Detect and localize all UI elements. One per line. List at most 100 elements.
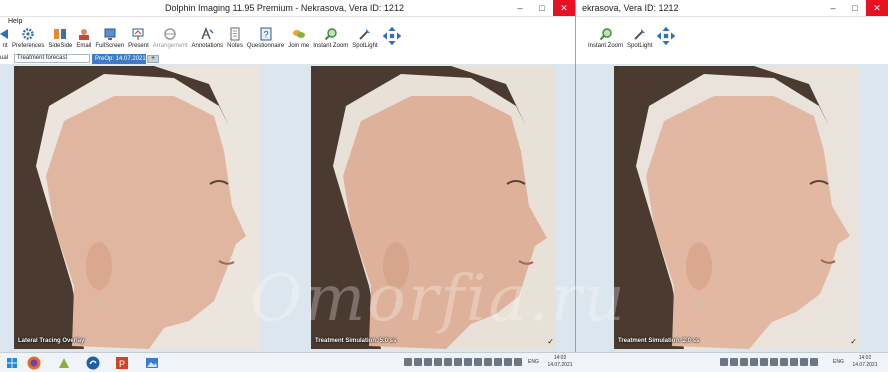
profile-photo-3 [614,66,859,349]
tray-icon[interactable] [750,358,758,366]
tray-icon[interactable] [454,358,462,366]
tab-left-label: ual [0,55,9,61]
tray-icon[interactable] [444,358,452,366]
check-icon: ✓ [547,337,554,346]
tray-icon[interactable] [720,358,728,366]
toolbar: nt Preferences SideSide Email FullScreen… [0,26,575,54]
photo-caption: Treatment Simulation: 2.0 ss [618,338,700,344]
toolbar-item-arrangement[interactable]: Arrangement [151,26,190,54]
tray-icon[interactable] [464,358,472,366]
menu-help[interactable]: Help [8,18,22,25]
tray-language[interactable]: ENG [528,359,539,366]
toolbar-item-sideside[interactable]: SideSide [46,26,74,54]
tray-icon[interactable] [730,358,738,366]
zoom-icon [599,28,612,41]
svg-text:?: ? [263,30,268,40]
check-icon: ✓ [850,337,857,346]
minimize-button[interactable]: – [509,0,531,16]
move-icon [657,26,676,46]
tray-icon[interactable] [760,358,768,366]
tray-icon[interactable] [404,358,412,366]
toolbar2-item-spotlight[interactable]: SpotLight [625,26,654,54]
add-tab-button[interactable]: + [147,55,159,63]
dolphin-icon[interactable] [85,355,101,371]
image-viewer-icon[interactable] [144,355,160,371]
tab-preop[interactable]: PreOp: 14.07.2021 [92,54,146,64]
toolbar-item-questionnaire[interactable]: ? Questionnaire [245,26,286,54]
magnifier-icon[interactable]: ⌕ [615,66,623,74]
svg-text:P: P [119,359,125,369]
clock-date: 14.07.2021 [547,362,573,368]
taskbar: P ENG 14:02 14.07.2021 ENG 14:02 14.07.2… [0,352,888,372]
magnifier-icon[interactable]: ⌕ [15,66,23,74]
tray-icon[interactable] [514,358,522,366]
questionnaire-icon: ? [260,27,272,41]
tray-clock-2[interactable]: 14:02 14.07.2021 [850,355,880,369]
present-icon [132,28,144,40]
window-title: Dolphin Imaging 11.95 Premium - Nekrasov… [165,3,404,13]
toolbar-item-preferences[interactable]: Preferences [10,26,46,54]
toolbar-item-notes[interactable]: Notes [225,26,245,54]
menu-bar: Help [0,17,575,26]
tray-icon[interactable] [770,358,778,366]
magnifier-icon[interactable]: ⌕ [312,66,320,74]
toolbar-item-fullscreen[interactable]: FullScreen [93,26,126,54]
toolbar2-item-move[interactable] [654,26,678,54]
toolbar-item-nt[interactable]: nt [0,26,10,54]
photo-caption: Lateral Tracing Overlay [18,338,85,344]
toolbar2-item-instant-zoom[interactable]: Instant Zoom [586,26,625,54]
window-controls: – □ ✕ [509,0,575,16]
zoom-icon [324,28,337,41]
close-button[interactable]: ✕ [553,0,575,16]
tray-language-2[interactable]: ENG [833,359,844,366]
tray-icons [404,358,522,366]
powerpoint-icon[interactable]: P [114,355,130,371]
window-controls-2: – □ ✕ [822,0,888,16]
tray-icon[interactable] [484,358,492,366]
tray-icon[interactable] [434,358,442,366]
toolbar-item-instant-zoom[interactable]: Instant Zoom [311,26,350,54]
tray-icon[interactable] [494,358,502,366]
window-title-2: ekrasova, Vera ID: 1212 [582,3,679,13]
app-icon[interactable] [56,355,72,371]
maximize-button-2[interactable]: □ [844,0,866,16]
toolbar-item-present[interactable]: Present [126,26,151,54]
windows-start-icon[interactable] [4,355,20,371]
tray-icon[interactable] [424,358,432,366]
layout-select[interactable]: Treatment forecast [14,54,90,63]
close-button-2[interactable]: ✕ [866,0,888,16]
profile-photo-1 [14,66,259,349]
tray-icon[interactable] [414,358,422,366]
tray-icons-2 [720,358,818,366]
minimize-button-2[interactable]: – [822,0,844,16]
toolbar-item-move[interactable] [380,26,404,54]
tray-icon[interactable] [740,358,748,366]
firefox-icon[interactable] [26,355,42,371]
tray-icon[interactable] [780,358,788,366]
join-me-icon [292,30,305,38]
photo-simulation-2[interactable]: ⌕ Treatment Simulation: 2.0 ss ✓ [614,66,859,349]
tray-icon[interactable] [474,358,482,366]
toolbar-2: Instant Zoom SpotLight [576,26,888,54]
move-icon [382,26,401,46]
title-bar-2[interactable]: ekrasova, Vera ID: 1212 – □ ✕ [576,0,888,17]
tray-clock[interactable]: 14:02 14.07.2021 [545,355,575,369]
tray-icon[interactable] [790,358,798,366]
toolbar-item-spotlight[interactable]: SpotLight [350,26,379,54]
screen: Dolphin Imaging 11.95 Premium - Nekrasov… [0,0,888,372]
toolbar-item-annotations[interactable]: Annotations [189,26,225,54]
tray-icon[interactable] [810,358,818,366]
maximize-button[interactable]: □ [531,0,553,16]
tray-icon[interactable] [800,358,808,366]
photo-lateral-tracing[interactable]: ⌕ Lateral Tracing Overlay [14,66,259,349]
toolbar-item-email[interactable]: Email [74,26,93,54]
photo-simulation-1[interactable]: ⌕ Treatment Simulation: 5.0 ss ✓ [311,66,556,349]
title-bar[interactable]: Dolphin Imaging 11.95 Premium - Nekrasov… [0,0,575,17]
photo-caption: Treatment Simulation: 5.0 ss [315,338,397,344]
toolbar-item-join-me[interactable]: Join me [286,26,311,54]
side-by-side-icon [54,29,67,39]
tray-icon[interactable] [504,358,512,366]
spotlight-icon [359,29,370,40]
arrangement-icon [164,28,176,40]
clock-date: 14.07.2021 [852,362,878,368]
